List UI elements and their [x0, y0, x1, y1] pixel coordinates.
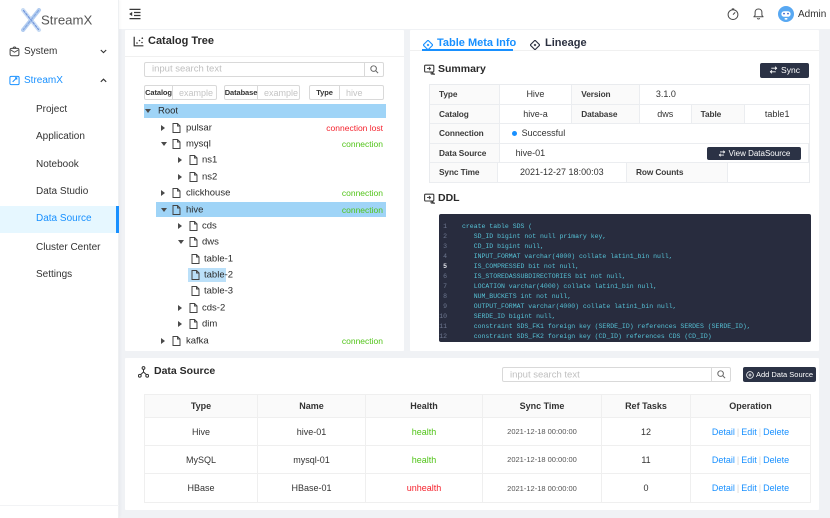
- svg-text:StreamX: StreamX: [41, 13, 93, 28]
